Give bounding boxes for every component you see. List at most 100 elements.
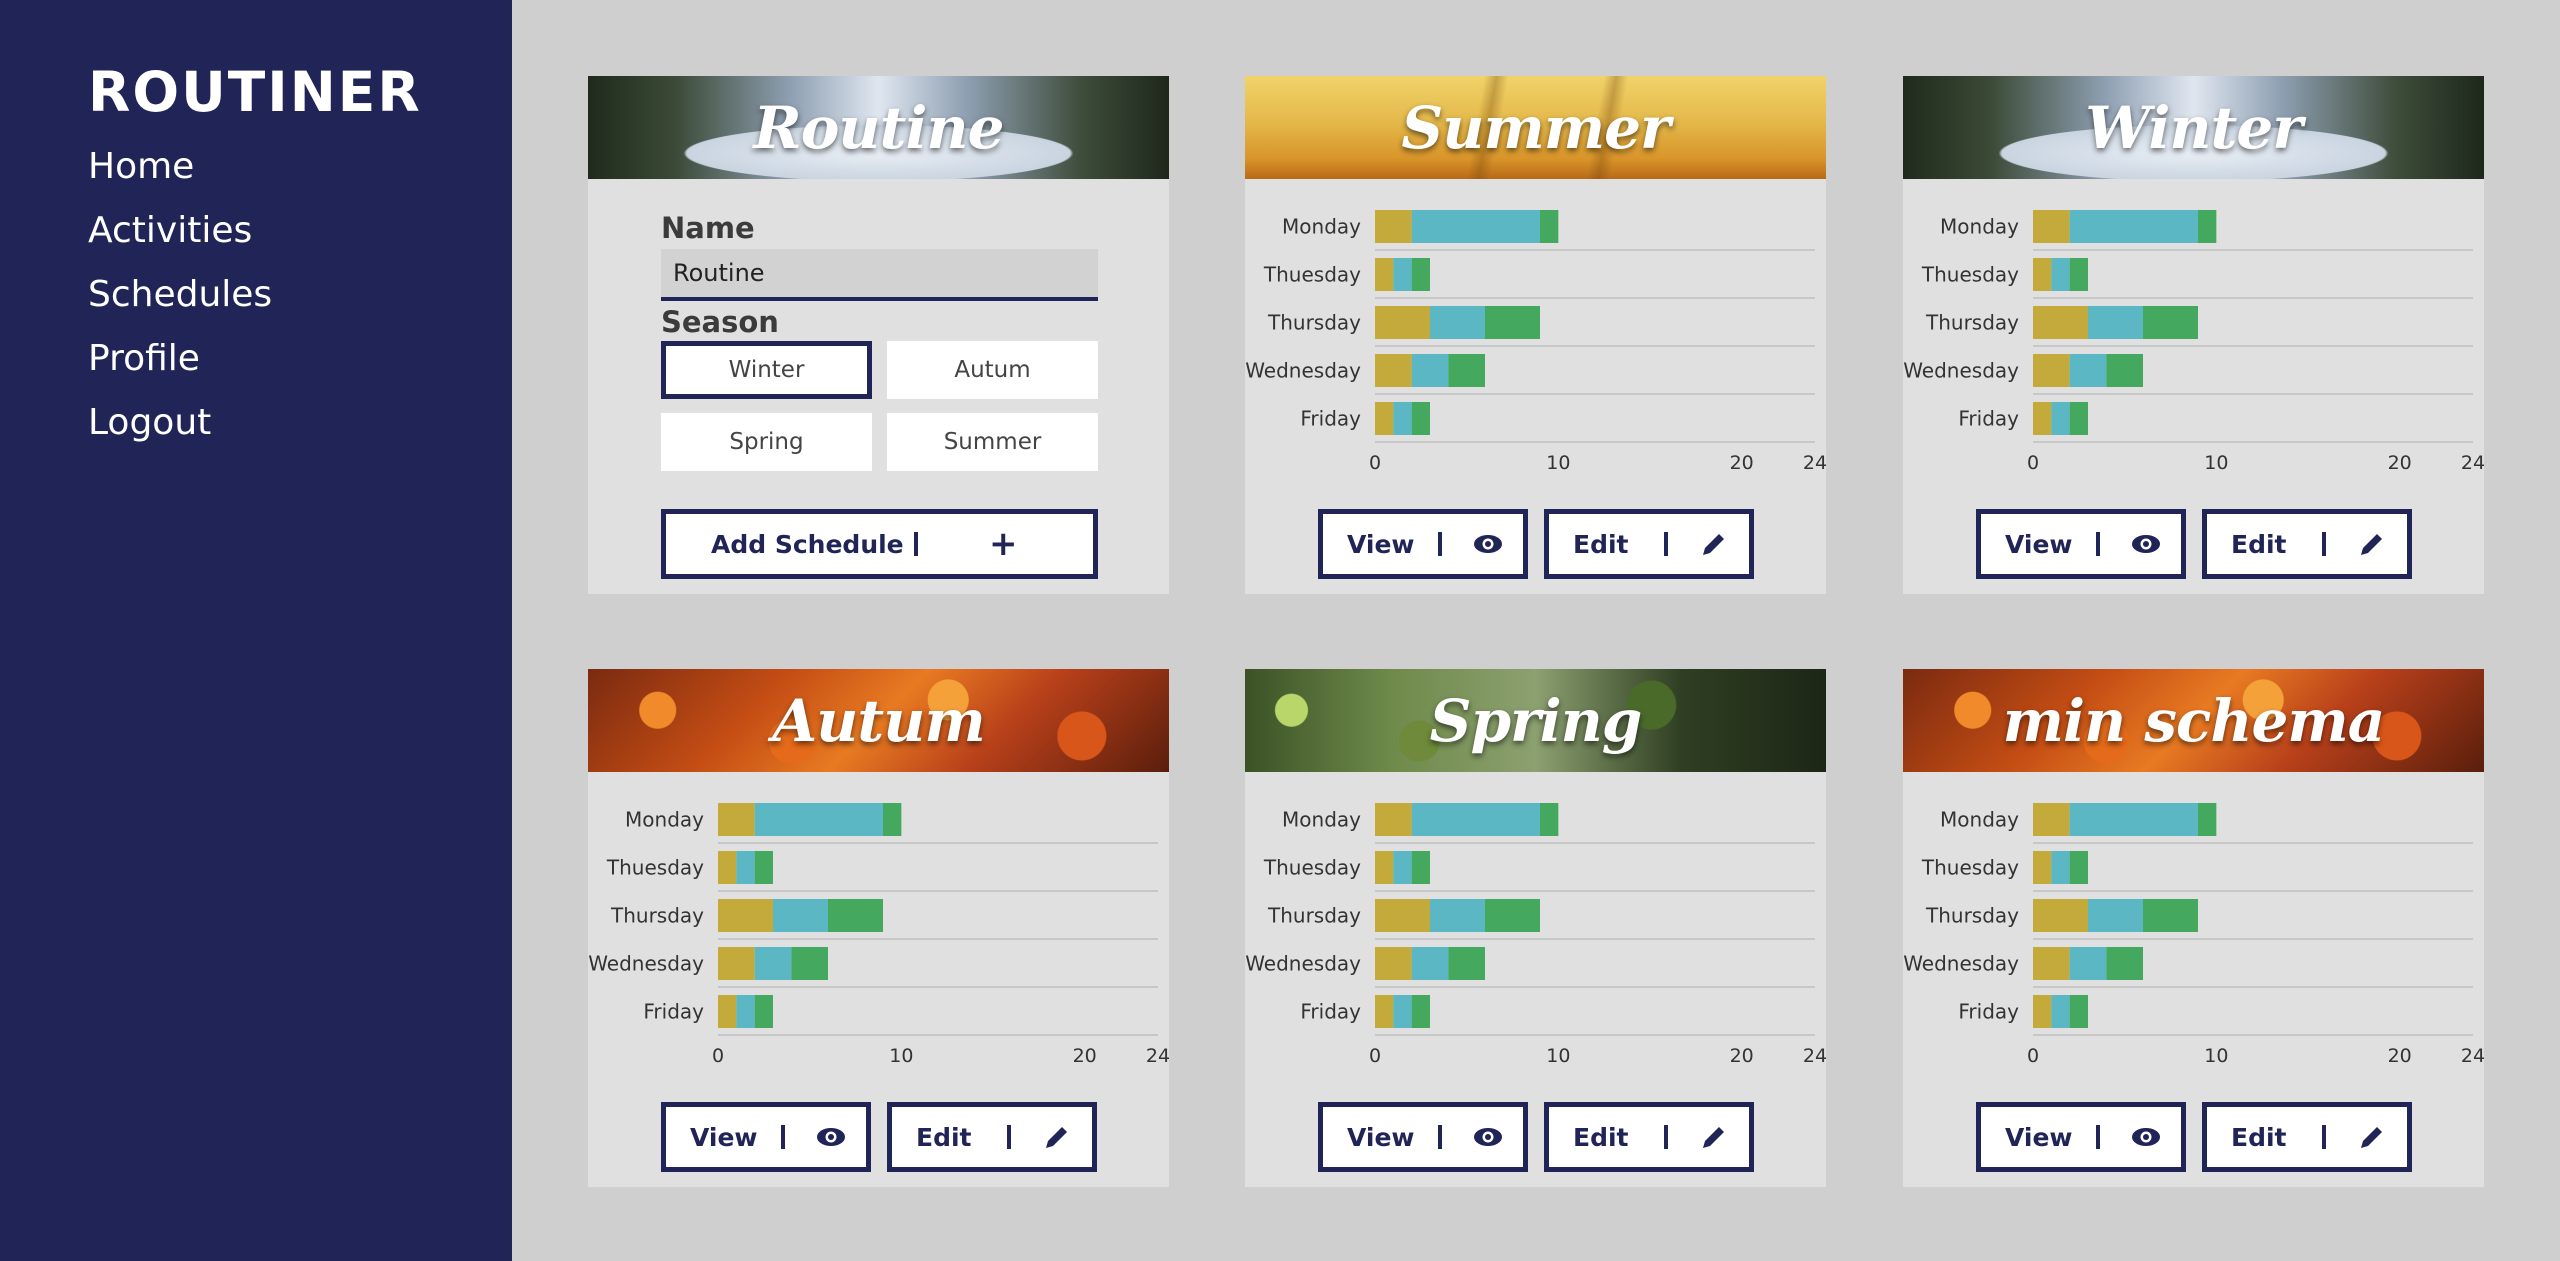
x-tick-label: 20 (1073, 1045, 1097, 1067)
card-title: min schema (2002, 686, 2386, 755)
bar-segment (1375, 354, 1412, 387)
card-banner: Spring (1245, 669, 1826, 772)
x-tick-label: 20 (2388, 1045, 2412, 1067)
button-divider (1007, 1125, 1011, 1149)
bar-segment (2088, 899, 2143, 932)
bar-segment (2051, 851, 2070, 884)
x-tick-label: 10 (1546, 1045, 1570, 1067)
bar-segment (1375, 947, 1412, 980)
bar-segment (1411, 851, 1430, 884)
x-tick-label: 10 (2204, 1045, 2228, 1067)
bar-segment (1485, 899, 1540, 932)
eye-icon (2131, 1122, 2161, 1152)
bar-segment (1375, 899, 1430, 932)
card-title: Winter (2085, 93, 2303, 162)
edit-button[interactable]: Edit (1544, 1102, 1754, 1172)
edit-button[interactable]: Edit (2202, 509, 2412, 579)
season-label: Season (661, 305, 779, 339)
x-tick-label: 24 (1803, 452, 1826, 474)
button-divider (2322, 1125, 2326, 1149)
edit-button[interactable]: Edit (1544, 509, 1754, 579)
category-label: Friday (1958, 1000, 2019, 1024)
view-button-label: View (1347, 529, 1415, 559)
category-label: Friday (1300, 407, 1361, 431)
button-divider (1438, 1125, 1442, 1149)
bar-segment (754, 803, 883, 836)
view-button[interactable]: View (661, 1102, 871, 1172)
nav-item-activities[interactable]: Activities (88, 209, 272, 273)
bar-segment (2106, 354, 2143, 387)
x-tick-label: 0 (1369, 452, 1381, 474)
bar-segment (1375, 803, 1412, 836)
season-option-spring[interactable]: Spring (661, 413, 872, 471)
bar-segment (2033, 210, 2070, 243)
bar-segment (1411, 947, 1449, 980)
button-divider (2096, 1125, 2100, 1149)
view-button[interactable]: View (1318, 509, 1528, 579)
bar-segment (1375, 210, 1412, 243)
bar-segment (1375, 851, 1394, 884)
x-tick-label: 20 (1730, 1045, 1754, 1067)
schedule-card-summer: Summer Monday Thuesday Thursday Wednesday Fri… (1245, 76, 1826, 594)
bar-segment (1375, 258, 1394, 291)
category-label: Friday (1958, 407, 2019, 431)
name-input[interactable] (661, 249, 1098, 301)
bar-segment (2033, 851, 2052, 884)
x-tick-label: 10 (2204, 452, 2228, 474)
button-divider (1664, 532, 1668, 556)
bar-segment (1411, 995, 1430, 1028)
nav-item-logout[interactable]: Logout (88, 401, 272, 465)
x-tick-label: 20 (2388, 452, 2412, 474)
bar-segment (2088, 306, 2143, 339)
x-tick-label: 24 (2461, 452, 2484, 474)
bar-segment (718, 995, 737, 1028)
edit-button[interactable]: Edit (2202, 1102, 2412, 1172)
bar-segment (2051, 258, 2070, 291)
view-button[interactable]: View (1318, 1102, 1528, 1172)
season-option-winter[interactable]: Winter (661, 341, 872, 399)
bar-segment (2143, 899, 2198, 932)
bar-segment (2033, 803, 2070, 836)
season-option-summer[interactable]: Summer (887, 413, 1098, 471)
sidebar: ROUTINER Home Activities Schedules Profi… (0, 0, 512, 1261)
nav-item-home[interactable]: Home (88, 145, 272, 209)
bar-segment (2143, 306, 2198, 339)
new-schedule-card: Routine Name Season Winter Autum Spring … (588, 76, 1169, 594)
schedule-card-spring: Spring Monday Thuesday Thursday Wednesday Fri… (1245, 669, 1826, 1187)
category-label: Monday (1282, 808, 1361, 832)
bar-segment (718, 947, 755, 980)
pencil-icon (2357, 529, 2387, 559)
bar-segment (1411, 354, 1449, 387)
schedule-card-min-schema: min schema Monday Thuesday Thursday Wednesda… (1903, 669, 2484, 1187)
bar-segment (1411, 803, 1540, 836)
category-label: Thursday (1267, 311, 1361, 335)
pencil-icon (2357, 1122, 2387, 1152)
season-options: Winter Autum Spring Summer (661, 341, 1098, 471)
category-label: Thursday (1267, 904, 1361, 928)
view-button[interactable]: View (1976, 1102, 2186, 1172)
schedule-card-autum: Autum Monday Thuesday Thursday Wednesday Frid… (588, 669, 1169, 1187)
season-option-autum[interactable]: Autum (887, 341, 1098, 399)
edit-button[interactable]: Edit (887, 1102, 1097, 1172)
card-banner: min schema (1903, 669, 2484, 772)
category-label: Monday (1940, 215, 2019, 239)
edit-button-label: Edit (1573, 529, 1629, 559)
category-label: Thursday (1925, 904, 2019, 928)
bar-segment (2033, 899, 2088, 932)
nav-item-profile[interactable]: Profile (88, 337, 272, 401)
add-schedule-button[interactable]: Add Schedule + (661, 509, 1098, 579)
bar-segment (2051, 402, 2070, 435)
nav-item-schedules[interactable]: Schedules (88, 273, 272, 337)
button-divider (2322, 532, 2326, 556)
schedule-chart: Monday Thuesday Thursday Wednesday Friday 0 10… (1245, 803, 1826, 1067)
bar-segment (2069, 995, 2088, 1028)
button-divider (781, 1125, 785, 1149)
bar-segment (1430, 899, 1485, 932)
bar-segment (1393, 258, 1412, 291)
schedule-chart: Monday Thuesday Thursday Wednesday Friday 0 10… (588, 803, 1169, 1067)
view-button[interactable]: View (1976, 509, 2186, 579)
x-tick-label: 0 (712, 1045, 724, 1067)
view-button-label: View (2005, 529, 2073, 559)
category-label: Thuesday (606, 856, 704, 880)
view-button-label: View (690, 1122, 758, 1152)
